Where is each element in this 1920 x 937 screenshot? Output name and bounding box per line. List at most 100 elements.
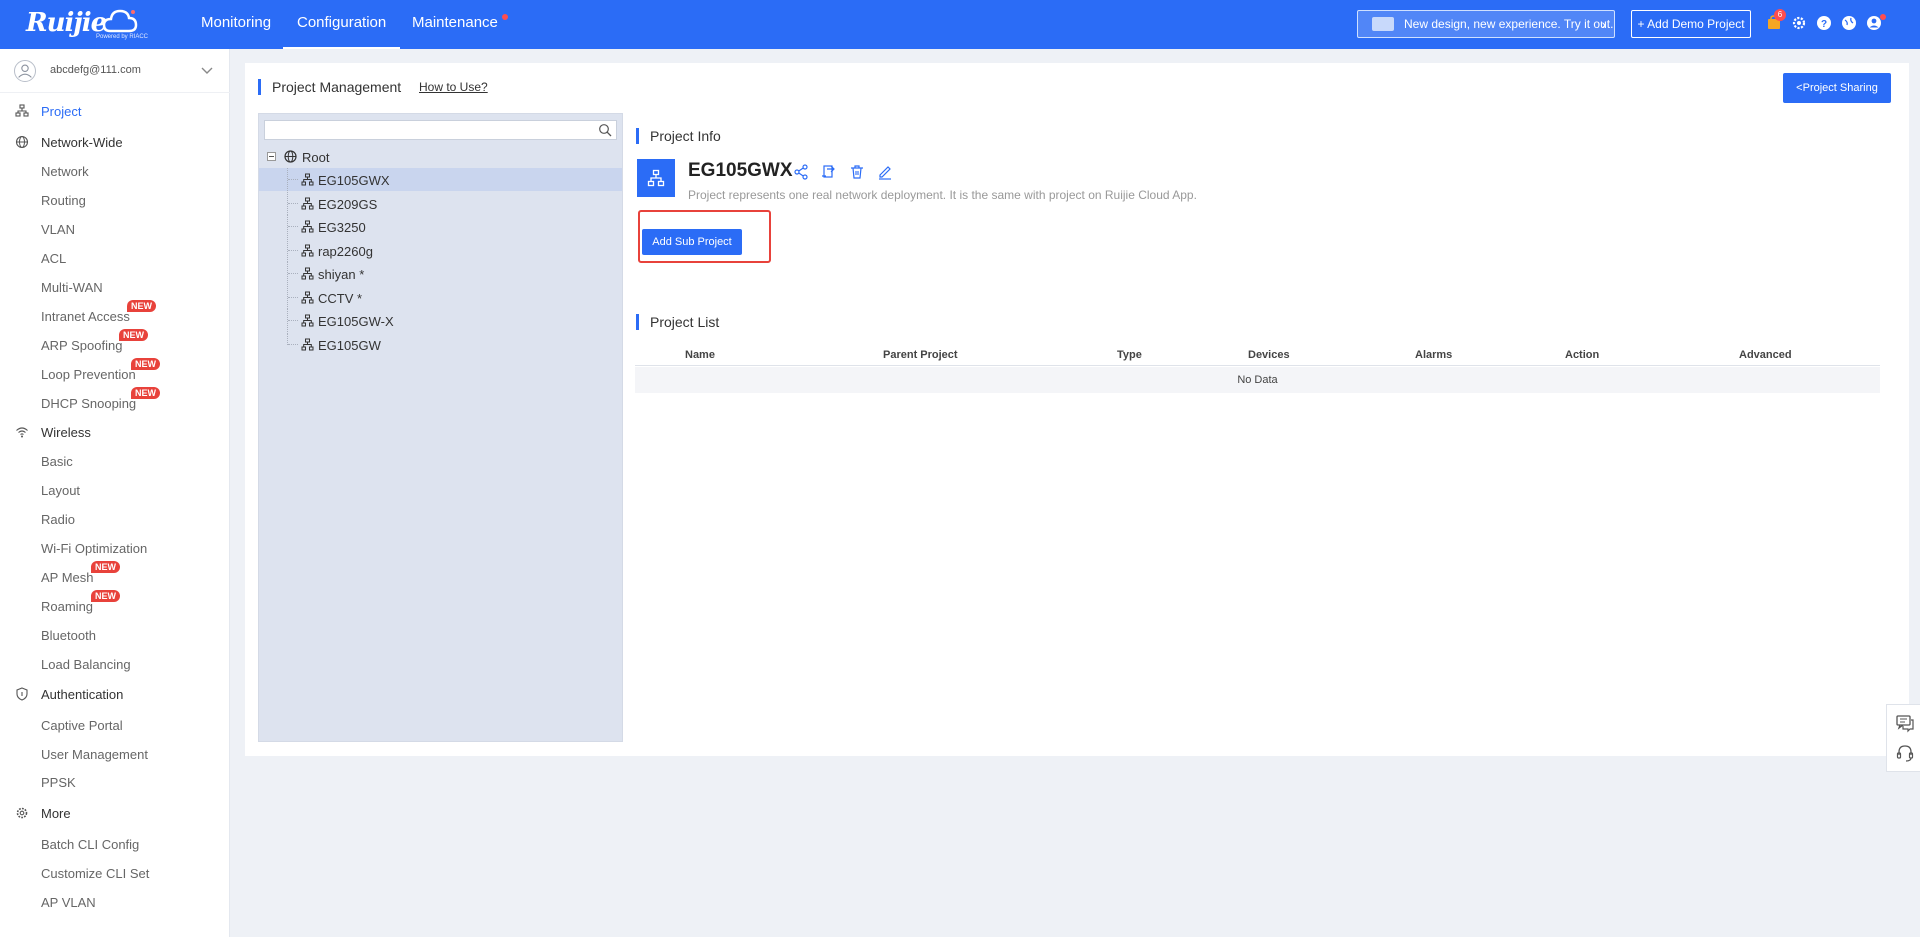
chat-icon[interactable] bbox=[1895, 713, 1915, 733]
sidebar-item-ap-vlan[interactable]: AP VLAN bbox=[0, 890, 229, 914]
account-email: abcdefg@111.com bbox=[50, 64, 141, 76]
new-badge: NEW bbox=[127, 300, 156, 312]
tree-search-input[interactable] bbox=[265, 121, 585, 139]
add-demo-project-button[interactable]: + Add Demo Project bbox=[1631, 10, 1751, 38]
notification-icon[interactable]: 6 bbox=[1766, 9, 1786, 31]
sidebar-multi-wan-label: Multi-WAN bbox=[41, 280, 103, 295]
settings-gear-icon[interactable] bbox=[1791, 15, 1807, 31]
tree-root-label: Root bbox=[302, 150, 330, 165]
demo-label: + Add Demo Project bbox=[1637, 17, 1745, 31]
sidebar-load-balancing-label: Load Balancing bbox=[41, 657, 131, 672]
tree-node[interactable]: CCTV * bbox=[259, 286, 622, 309]
share-icon[interactable] bbox=[793, 164, 809, 180]
sidebar-item-network[interactable]: Network bbox=[0, 159, 229, 183]
tree-connector bbox=[287, 192, 299, 215]
new-design-banner-button[interactable]: New design, new experience. Try it out. … bbox=[1357, 10, 1615, 38]
sidebar-ppsk-label: PPSK bbox=[41, 775, 76, 790]
new-badge: NEW bbox=[131, 387, 160, 399]
language-globe-icon[interactable] bbox=[1841, 15, 1857, 31]
nav-maintenance[interactable]: Maintenance bbox=[398, 0, 512, 49]
add-sub-project-label: Add Sub Project bbox=[652, 236, 732, 248]
move-project-icon[interactable] bbox=[821, 164, 837, 180]
column-header-advanced: Advanced bbox=[1739, 349, 1792, 361]
tree-node[interactable]: EG105GW-X bbox=[259, 309, 622, 332]
sidebar-basic-label: Basic bbox=[41, 454, 73, 469]
sidebar-item-more[interactable]: More bbox=[0, 801, 229, 825]
sidebar-acl-label: ACL bbox=[41, 251, 67, 266]
sidebar-item-basic[interactable]: Basic bbox=[0, 449, 229, 473]
sidebar-item-user-management[interactable]: User Management bbox=[0, 742, 229, 766]
sidebar-item-project[interactable]: Project bbox=[0, 99, 229, 123]
shield-icon bbox=[16, 687, 28, 701]
hierarchy-icon bbox=[301, 173, 314, 186]
delete-icon[interactable] bbox=[849, 164, 865, 180]
tree-node[interactable]: rap2260g bbox=[259, 239, 622, 262]
search-icon[interactable] bbox=[598, 123, 612, 137]
sidebar-batch-cli-label: Batch CLI Config bbox=[41, 837, 140, 852]
column-header-type: Type bbox=[1117, 349, 1142, 361]
project-management-card: Project Management How to Use? <Project … bbox=[245, 63, 1909, 756]
tree-node[interactable]: EG209GS bbox=[259, 192, 622, 215]
sidebar-item-ap-mesh[interactable]: AP Mesh NEW bbox=[0, 561, 229, 589]
logo-text: Ruijie bbox=[26, 8, 107, 38]
hierarchy-icon bbox=[301, 338, 314, 351]
tree-node[interactable]: shiyan * bbox=[259, 262, 622, 285]
tree-node[interactable]: EG105GWX bbox=[259, 168, 622, 191]
ruijie-logo[interactable]: Ruijie Powered by RIACC bbox=[26, 6, 148, 42]
sidebar-item-customize-cli-set[interactable]: Customize CLI Set bbox=[0, 861, 229, 885]
sidebar-item-wireless[interactable]: Wireless bbox=[0, 420, 229, 444]
how-to-use-link[interactable]: How to Use? bbox=[419, 80, 488, 94]
nav-configuration[interactable]: Configuration bbox=[283, 0, 401, 49]
add-sub-project-button[interactable]: Add Sub Project bbox=[642, 229, 742, 255]
nav-maintenance-label: Maintenance bbox=[412, 14, 498, 31]
tree-node-root[interactable]: Root bbox=[259, 145, 622, 168]
sidebar-item-roaming[interactable]: Roaming NEW bbox=[0, 590, 229, 618]
sidebar-item-loop-prevention[interactable]: Loop Prevention NEW bbox=[0, 358, 229, 386]
sidebar-item-wifi-optimization[interactable]: Wi-Fi Optimization bbox=[0, 536, 229, 560]
column-header-action: Action bbox=[1565, 349, 1600, 361]
headset-support-icon[interactable] bbox=[1895, 743, 1915, 763]
sidebar-item-multi-wan[interactable]: Multi-WAN bbox=[0, 275, 229, 299]
sidebar-item-acl[interactable]: ACL bbox=[0, 246, 229, 270]
edit-icon[interactable] bbox=[877, 164, 893, 180]
wifi-icon bbox=[16, 427, 28, 438]
collapse-icon[interactable] bbox=[267, 152, 276, 161]
sidebar-item-routing[interactable]: Routing bbox=[0, 188, 229, 212]
sidebar-item-vlan[interactable]: VLAN bbox=[0, 217, 229, 241]
sidebar-item-intranet-access[interactable]: Intranet Access NEW bbox=[0, 300, 229, 328]
sidebar-network-label: Network bbox=[41, 164, 89, 179]
project-avatar bbox=[637, 159, 675, 197]
sidebar-item-network-wide[interactable]: Network-Wide bbox=[0, 130, 229, 154]
user-account-icon[interactable] bbox=[1866, 14, 1886, 31]
tree-node[interactable]: EG3250 bbox=[259, 215, 622, 238]
new-badge: NEW bbox=[91, 590, 120, 602]
sidebar-project-label: Project bbox=[41, 104, 82, 119]
account-selector[interactable]: abcdefg@111.com bbox=[0, 49, 230, 93]
project-sharing-button[interactable]: <Project Sharing bbox=[1783, 73, 1891, 103]
tree-connector bbox=[287, 309, 299, 332]
nav-monitoring[interactable]: Monitoring bbox=[187, 0, 285, 49]
tree-node[interactable]: EG105GW bbox=[259, 333, 622, 356]
sidebar-item-authentication[interactable]: Authentication bbox=[0, 682, 229, 706]
sidebar-item-dhcp-snooping[interactable]: DHCP Snooping NEW bbox=[0, 387, 229, 415]
hierarchy-icon bbox=[15, 104, 29, 117]
help-icon[interactable]: ? bbox=[1816, 15, 1832, 31]
sidebar-item-ppsk[interactable]: PPSK bbox=[0, 770, 229, 794]
sidebar-vlan-label: VLAN bbox=[41, 222, 75, 237]
sidebar-routing-label: Routing bbox=[41, 193, 86, 208]
empty-table-message: No Data bbox=[635, 367, 1880, 393]
sidebar-item-bluetooth[interactable]: Bluetooth bbox=[0, 623, 229, 647]
sidebar-item-load-balancing[interactable]: Load Balancing bbox=[0, 652, 229, 676]
hierarchy-icon bbox=[301, 220, 314, 233]
banner-label: New design, new experience. Try it out. bbox=[1404, 17, 1614, 31]
tree-search-box bbox=[264, 120, 617, 140]
sidebar-item-radio[interactable]: Radio bbox=[0, 507, 229, 531]
powered-by-text: Powered by RIACC bbox=[96, 34, 149, 40]
sidebar-item-arp-spoofing[interactable]: ARP Spoofing NEW bbox=[0, 329, 229, 357]
sidebar-item-captive-portal[interactable]: Captive Portal bbox=[0, 713, 229, 737]
sidebar-item-batch-cli-config[interactable]: Batch CLI Config bbox=[0, 832, 229, 856]
tree-node-label: EG105GW-X bbox=[318, 314, 394, 329]
chevron-right-icon: › bbox=[1601, 16, 1606, 32]
sidebar-item-layout[interactable]: Layout bbox=[0, 478, 229, 502]
tree-node-label: EG209GS bbox=[318, 197, 378, 212]
